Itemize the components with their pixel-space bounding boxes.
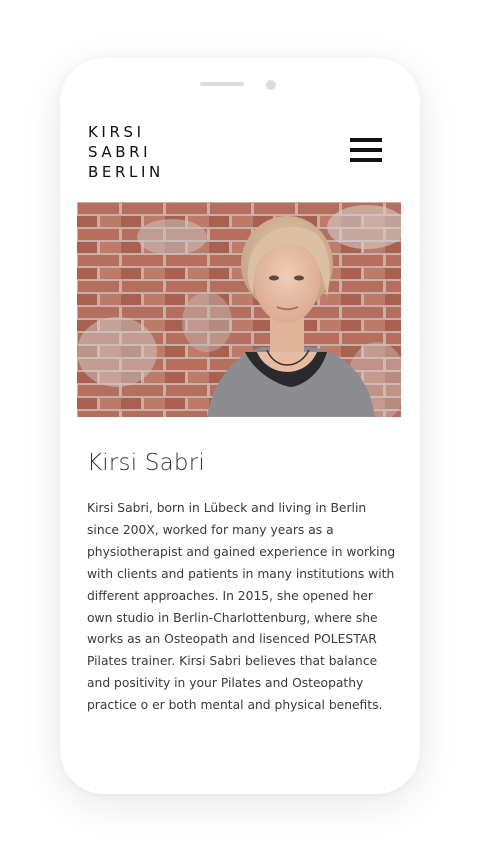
site-logo[interactable]: KIRSI SABRI BERLIN bbox=[88, 122, 164, 182]
menu-bar-top bbox=[350, 138, 382, 142]
phone-speaker bbox=[200, 82, 244, 86]
hamburger-menu-icon[interactable] bbox=[348, 136, 384, 164]
menu-bar-bottom bbox=[350, 158, 382, 162]
logo-line-3: BERLIN bbox=[88, 163, 164, 181]
profile-name-heading: Kirsi Sabri bbox=[87, 450, 205, 476]
logo-line-2: SABRI bbox=[88, 143, 152, 161]
profile-bio-text: Kirsi Sabri, born in Lübeck and living i… bbox=[87, 501, 396, 713]
phone-camera bbox=[266, 80, 276, 90]
menu-bar-middle bbox=[350, 148, 382, 152]
logo-line-1: KIRSI bbox=[88, 123, 145, 141]
hero-portrait-image bbox=[77, 202, 401, 417]
phone-frame: KIRSI SABRI BERLIN Kirsi Sabri Kirsi Sab… bbox=[60, 58, 420, 794]
page: KIRSI SABRI BERLIN Kirsi Sabri Kirsi Sab… bbox=[0, 0, 480, 858]
portrait-illustration bbox=[77, 202, 401, 417]
